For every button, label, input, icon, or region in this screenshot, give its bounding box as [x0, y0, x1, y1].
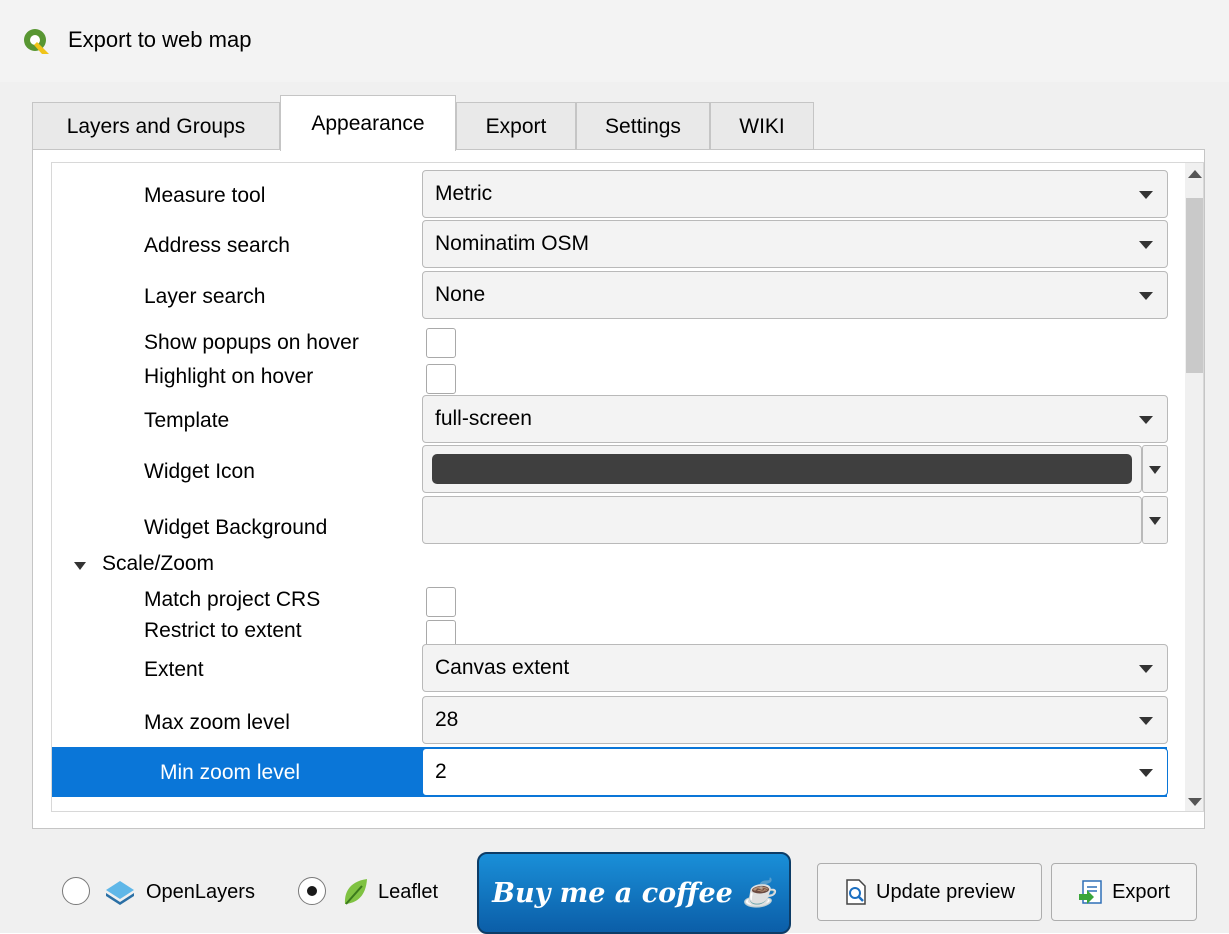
scroll-down-arrow-icon[interactable]: [1188, 798, 1202, 806]
openlayers-logo-icon: [106, 881, 134, 905]
chevron-down-icon: [1139, 665, 1153, 673]
layer-search-label: Layer search: [144, 285, 266, 308]
tab-export[interactable]: Export: [456, 102, 576, 150]
measure-tool-label: Measure tool: [144, 184, 266, 207]
extent-label: Extent: [144, 658, 204, 681]
tab-layers-and-groups[interactable]: Layers and Groups: [32, 102, 280, 150]
row-widget-background: Widget Background: [52, 495, 1168, 545]
openlayers-label: OpenLayers: [146, 881, 255, 903]
tab-label: Layers and Groups: [66, 114, 246, 138]
openlayers-radio[interactable]: [62, 877, 90, 905]
row-max-zoom-level: Max zoom level 28: [52, 694, 1168, 744]
layer-search-combo[interactable]: None: [422, 271, 1168, 319]
row-min-zoom-level[interactable]: Min zoom level 2: [52, 747, 1168, 797]
footer-bar: OpenLayers Leaflet Buy me a coffee ☕ Upd…: [0, 836, 1229, 934]
settings-tree[interactable]: Measure tool Metric Address search Nomin…: [51, 162, 1204, 812]
combo-value: Canvas extent: [435, 656, 570, 679]
combo-value: 28: [435, 708, 459, 731]
restrict-to-extent-label: Restrict to extent: [144, 619, 302, 642]
update-preview-button[interactable]: Update preview: [817, 863, 1042, 921]
scroll-up-arrow-icon[interactable]: [1188, 170, 1202, 178]
leaflet-label: Leaflet: [378, 881, 439, 903]
row-template: Template full-screen: [52, 393, 1168, 443]
coffee-label: Buy me a coffee ☕: [492, 878, 776, 909]
leaflet-radio[interactable]: [298, 877, 326, 905]
extent-combo[interactable]: Canvas extent: [422, 644, 1168, 692]
export-icon: [1079, 880, 1102, 904]
max-zoom-combo[interactable]: 28: [422, 696, 1168, 744]
qgis-logo-icon: [24, 29, 49, 54]
address-search-label: Address search: [144, 234, 290, 257]
preview-document-icon: [846, 879, 866, 905]
highlight-on-hover-checkbox[interactable]: [426, 364, 456, 394]
chevron-down-icon: [1139, 769, 1153, 777]
show-popups-checkbox[interactable]: [426, 328, 456, 358]
group-scale-zoom[interactable]: Scale/Zoom: [52, 547, 1167, 583]
row-match-project-crs: Match project CRS: [52, 583, 1167, 619]
row-layer-search: Layer search None: [52, 270, 1168, 320]
widget-icon-color-button[interactable]: [422, 445, 1142, 493]
chevron-down-icon: [1139, 241, 1153, 249]
buy-me-a-coffee-button[interactable]: Buy me a coffee ☕: [477, 852, 791, 934]
chevron-down-icon: [1139, 717, 1153, 725]
export-button[interactable]: Export: [1051, 863, 1197, 921]
vertical-scrollbar[interactable]: [1185, 163, 1203, 811]
row-address-search: Address search Nominatim OSM: [52, 219, 1168, 269]
template-label: Template: [144, 409, 230, 432]
chevron-down-icon: [1149, 517, 1161, 525]
widget-icon-label: Widget Icon: [144, 460, 255, 483]
tab-label: Export: [485, 114, 547, 138]
tab-label: WIKI: [739, 114, 785, 138]
tab-settings[interactable]: Settings: [576, 102, 710, 150]
combo-value: 2: [435, 760, 447, 783]
export-label: Export: [1112, 880, 1170, 903]
tab-label: Appearance: [311, 111, 425, 135]
widget-background-label: Widget Background: [144, 516, 328, 539]
export-dialog: Export to web map Layers and Groups Appe…: [0, 0, 1229, 934]
min-zoom-combo[interactable]: 2: [422, 748, 1168, 796]
combo-value: Nominatim OSM: [435, 232, 590, 255]
tab-label: Settings: [605, 114, 681, 138]
row-highlight-on-hover: Highlight on hover: [52, 361, 1167, 397]
row-widget-icon: Widget Icon: [52, 444, 1168, 494]
highlight-on-hover-label: Highlight on hover: [144, 365, 314, 388]
scale-zoom-label: Scale/Zoom: [102, 552, 215, 575]
radio-dot: [307, 886, 317, 896]
color-swatch: [432, 454, 1132, 484]
window-title: Export to web map: [68, 27, 252, 52]
row-extent: Extent Canvas extent: [52, 643, 1168, 693]
row-show-popups-on-hover: Show popups on hover: [52, 325, 1167, 361]
measure-tool-combo[interactable]: Metric: [422, 170, 1168, 218]
template-combo[interactable]: full-screen: [422, 395, 1168, 443]
combo-value: None: [435, 283, 486, 306]
update-preview-label: Update preview: [876, 880, 1015, 903]
chevron-down-icon: [1149, 466, 1161, 474]
max-zoom-label: Max zoom level: [144, 711, 290, 734]
color-swatch: [432, 505, 1132, 535]
show-popups-label: Show popups on hover: [144, 331, 359, 354]
tab-appearance[interactable]: Appearance: [280, 95, 456, 151]
leaflet-logo-icon: [344, 879, 367, 905]
scrollbar-thumb[interactable]: [1186, 198, 1203, 373]
title-bar: Export to web map: [0, 0, 1229, 82]
tab-wiki[interactable]: WIKI: [710, 102, 814, 150]
combo-value: full-screen: [435, 407, 532, 430]
widget-background-color-button[interactable]: [422, 496, 1142, 544]
min-zoom-label: Min zoom level: [160, 761, 301, 784]
widget-icon-color-dropdown[interactable]: [1142, 445, 1168, 493]
expand-arrow-icon[interactable]: [74, 562, 86, 570]
combo-value: Metric: [435, 182, 493, 205]
chevron-down-icon: [1139, 292, 1153, 300]
appearance-panel: Measure tool Metric Address search Nomin…: [32, 149, 1205, 829]
address-search-combo[interactable]: Nominatim OSM: [422, 220, 1168, 268]
match-project-crs-checkbox[interactable]: [426, 587, 456, 617]
match-project-crs-label: Match project CRS: [144, 588, 321, 611]
chevron-down-icon: [1139, 191, 1153, 199]
row-measure-tool: Measure tool Metric: [52, 168, 1168, 218]
widget-background-color-dropdown[interactable]: [1142, 496, 1168, 544]
chevron-down-icon: [1139, 416, 1153, 424]
